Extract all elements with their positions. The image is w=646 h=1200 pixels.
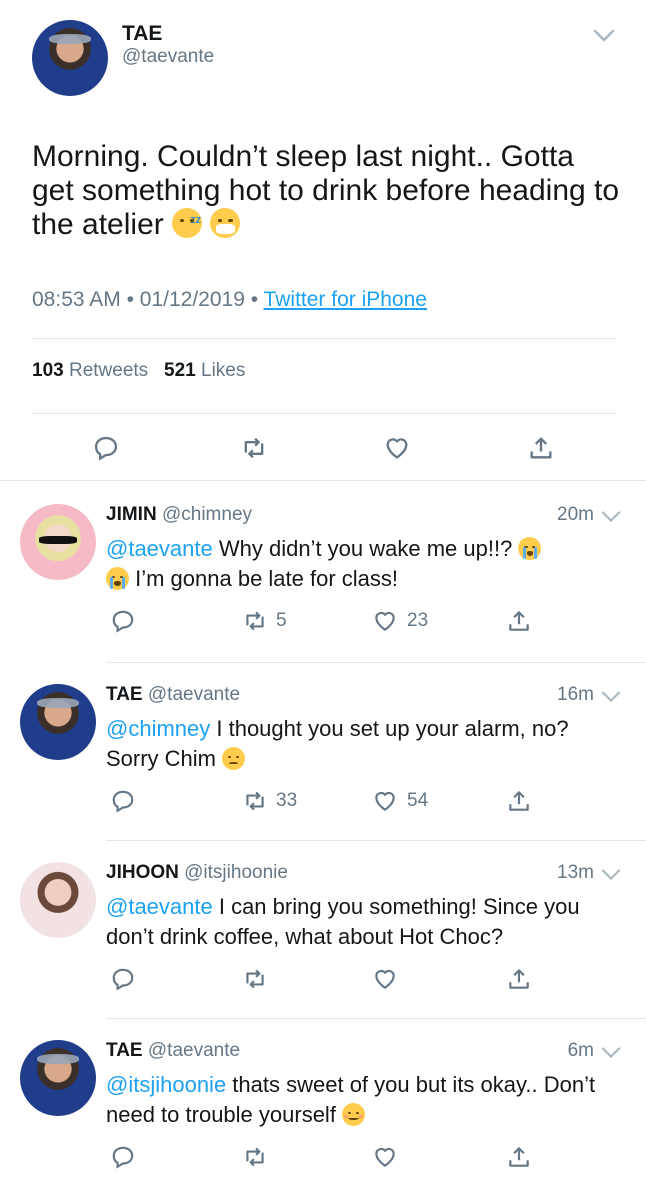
loudly-crying-face-emoji bbox=[106, 567, 129, 590]
share-icon[interactable] bbox=[506, 966, 532, 992]
like-icon[interactable] bbox=[383, 434, 411, 462]
tweet-date: 01/12/2019 bbox=[139, 288, 245, 311]
reply-time: 13m bbox=[557, 862, 594, 883]
tweet-time: 08:53 AM bbox=[32, 288, 121, 311]
avatar[interactable] bbox=[32, 20, 108, 96]
retweet-icon[interactable] bbox=[242, 788, 268, 814]
likes-count: 521 bbox=[164, 360, 196, 381]
like-icon[interactable] bbox=[372, 966, 398, 992]
reply-header: TAE @taevante bbox=[106, 684, 240, 706]
mention-link[interactable]: @chimney bbox=[106, 716, 210, 741]
divider bbox=[32, 338, 616, 339]
author-name[interactable]: JIHOON bbox=[106, 862, 179, 883]
author-handle[interactable]: @chimney bbox=[162, 504, 252, 525]
reply-header: JIMIN @chimney bbox=[106, 504, 252, 526]
tweet-text: Morning. Couldn’t sleep last night.. Got… bbox=[32, 140, 622, 242]
likes-label: Likes bbox=[201, 360, 246, 381]
author-name[interactable]: TAE bbox=[106, 1040, 143, 1061]
avatar[interactable] bbox=[20, 1040, 96, 1116]
reply-body: I’m gonna be late for class! bbox=[129, 566, 399, 591]
retweet-icon[interactable] bbox=[240, 434, 268, 462]
retweet-icon[interactable] bbox=[242, 608, 268, 634]
reply-text: @chimney I thought you set up your alarm… bbox=[106, 714, 626, 774]
reply-body: Why didn’t you wake me up!!? bbox=[212, 536, 519, 561]
mention-link[interactable]: @itsjihoonie bbox=[106, 1072, 226, 1097]
share-icon[interactable] bbox=[506, 1144, 532, 1170]
reply-icon[interactable] bbox=[110, 788, 136, 814]
mention-link[interactable]: @taevante bbox=[106, 536, 213, 561]
mask-face-emoji bbox=[210, 208, 241, 238]
retweet-count: 33 bbox=[276, 790, 298, 811]
like-count: 54 bbox=[407, 790, 429, 811]
reply-time: 16m bbox=[557, 684, 594, 705]
retweet-icon[interactable] bbox=[242, 1144, 268, 1170]
divider bbox=[106, 840, 646, 841]
divider bbox=[0, 480, 646, 481]
retweets-stat[interactable]: 103 Retweets bbox=[32, 360, 148, 381]
reply-tweet[interactable]: JIMIN @chimney 20m @taevante Why didn’t … bbox=[0, 490, 646, 660]
reply-icon[interactable] bbox=[110, 966, 136, 992]
mention-link[interactable]: @taevante bbox=[106, 894, 213, 919]
divider bbox=[106, 1018, 646, 1019]
author-name[interactable]: TAE bbox=[106, 684, 143, 705]
reply-time: 6m bbox=[567, 1040, 594, 1061]
like-count: 23 bbox=[407, 610, 429, 631]
avatar[interactable] bbox=[20, 504, 96, 580]
author-name[interactable]: JIMIN bbox=[106, 504, 157, 525]
reply-icon[interactable] bbox=[92, 434, 120, 462]
meta-separator: • bbox=[126, 288, 134, 311]
sleeping-face-emoji: zz bbox=[172, 208, 203, 238]
chevron-down-icon[interactable] bbox=[600, 866, 622, 884]
smiling-face-emoji bbox=[342, 1103, 366, 1126]
reply-text: @taevante Why didn’t you wake me up!!? I… bbox=[106, 534, 626, 594]
frowning-face-emoji bbox=[222, 747, 246, 770]
reply-header: TAE @taevante bbox=[106, 1040, 240, 1062]
like-icon[interactable] bbox=[372, 608, 398, 634]
author-handle[interactable]: @taevante bbox=[148, 684, 240, 705]
share-icon[interactable] bbox=[506, 608, 532, 634]
reply-header: JIHOON @itsjihoonie bbox=[106, 862, 288, 884]
like-icon[interactable] bbox=[372, 1144, 398, 1170]
chevron-down-icon[interactable] bbox=[600, 508, 622, 526]
share-icon[interactable] bbox=[506, 788, 532, 814]
tweet-body: Morning. Couldn’t sleep last night.. Got… bbox=[32, 140, 620, 241]
reply-text: @itsjihoonie thats sweet of you but its … bbox=[106, 1070, 626, 1130]
chevron-down-icon[interactable] bbox=[592, 26, 616, 46]
reply-icon[interactable] bbox=[110, 1144, 136, 1170]
loudly-crying-face-emoji bbox=[518, 537, 542, 560]
likes-stat[interactable]: 521 Likes bbox=[164, 360, 245, 381]
reply-icon[interactable] bbox=[110, 608, 136, 634]
reply-text: @taevante I can bring you something! Sin… bbox=[106, 892, 626, 952]
tweet-meta: 08:53 AM • 01/12/2019 • Twitter for iPho… bbox=[32, 288, 427, 312]
chevron-down-icon[interactable] bbox=[600, 688, 622, 706]
author-handle[interactable]: @taevante bbox=[148, 1040, 240, 1061]
author-handle[interactable]: @taevante bbox=[122, 46, 214, 68]
meta-separator: • bbox=[250, 288, 259, 311]
author-handle[interactable]: @itsjihoonie bbox=[184, 862, 288, 883]
divider bbox=[106, 662, 646, 663]
retweet-icon[interactable] bbox=[242, 966, 268, 992]
tweet-stats: 103 Retweets 521 Likes bbox=[32, 360, 245, 382]
avatar[interactable] bbox=[20, 862, 96, 938]
like-icon[interactable] bbox=[372, 788, 398, 814]
retweet-count: 5 bbox=[276, 610, 287, 631]
divider bbox=[32, 413, 616, 414]
avatar[interactable] bbox=[20, 684, 96, 760]
retweets-label: Retweets bbox=[68, 360, 149, 381]
share-icon[interactable] bbox=[527, 434, 555, 462]
retweets-count: 103 bbox=[32, 360, 64, 381]
author-name[interactable]: TAE bbox=[122, 22, 162, 46]
reply-tweet[interactable]: TAE @taevante 6m @itsjihoonie thats swee… bbox=[0, 1026, 646, 1200]
reply-tweet[interactable]: JIHOON @itsjihoonie 13m @taevante I can … bbox=[0, 848, 646, 1018]
main-tweet: TAE @taevante Morning. Couldn’t sleep la… bbox=[0, 0, 646, 480]
reply-time: 20m bbox=[557, 504, 594, 525]
chevron-down-icon[interactable] bbox=[600, 1044, 622, 1062]
reply-tweet[interactable]: TAE @taevante 16m @chimney I thought you… bbox=[0, 670, 646, 840]
tweet-source-link[interactable]: Twitter for iPhone bbox=[264, 288, 427, 311]
